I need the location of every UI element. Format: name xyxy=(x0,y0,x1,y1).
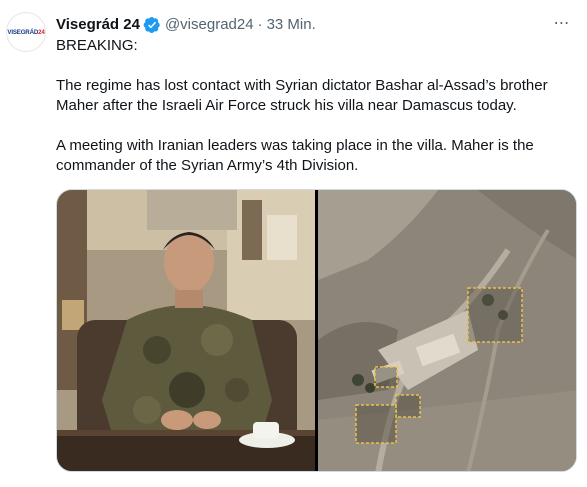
tweet-media xyxy=(56,189,577,472)
timestamp[interactable]: 33 Min. xyxy=(267,15,316,35)
tweet-paragraph-2: The regime has lost contact with Syrian … xyxy=(56,77,548,114)
avatar-logo-text: VISEGRÁD24 xyxy=(7,28,45,36)
tweet-paragraph-3: A meeting with Iranian leaders was takin… xyxy=(56,137,534,174)
tweet-paragraph-1: BREAKING: xyxy=(56,37,138,54)
display-name[interactable]: Visegrád 24 xyxy=(56,15,140,35)
media-photo-portrait[interactable] xyxy=(57,190,315,471)
portrait-photo-illustration xyxy=(57,190,315,471)
satellite-photo-illustration xyxy=(318,190,576,471)
verified-badge-icon[interactable] xyxy=(143,16,161,34)
header-separator: · xyxy=(257,16,263,33)
user-handle[interactable]: @visegrad24 xyxy=(165,15,254,35)
more-options-glyph: ⋯ xyxy=(553,15,571,32)
media-photo-satellite[interactable] xyxy=(318,190,576,471)
more-options-icon[interactable]: ⋯ xyxy=(551,14,573,32)
tweet-text: BREAKING: The regime has lost contact wi… xyxy=(56,36,576,176)
tweet-header: Visegrád 24 @visegrad24 · 33 Min. xyxy=(56,14,316,36)
avatar[interactable]: VISEGRÁD24 xyxy=(6,12,46,52)
